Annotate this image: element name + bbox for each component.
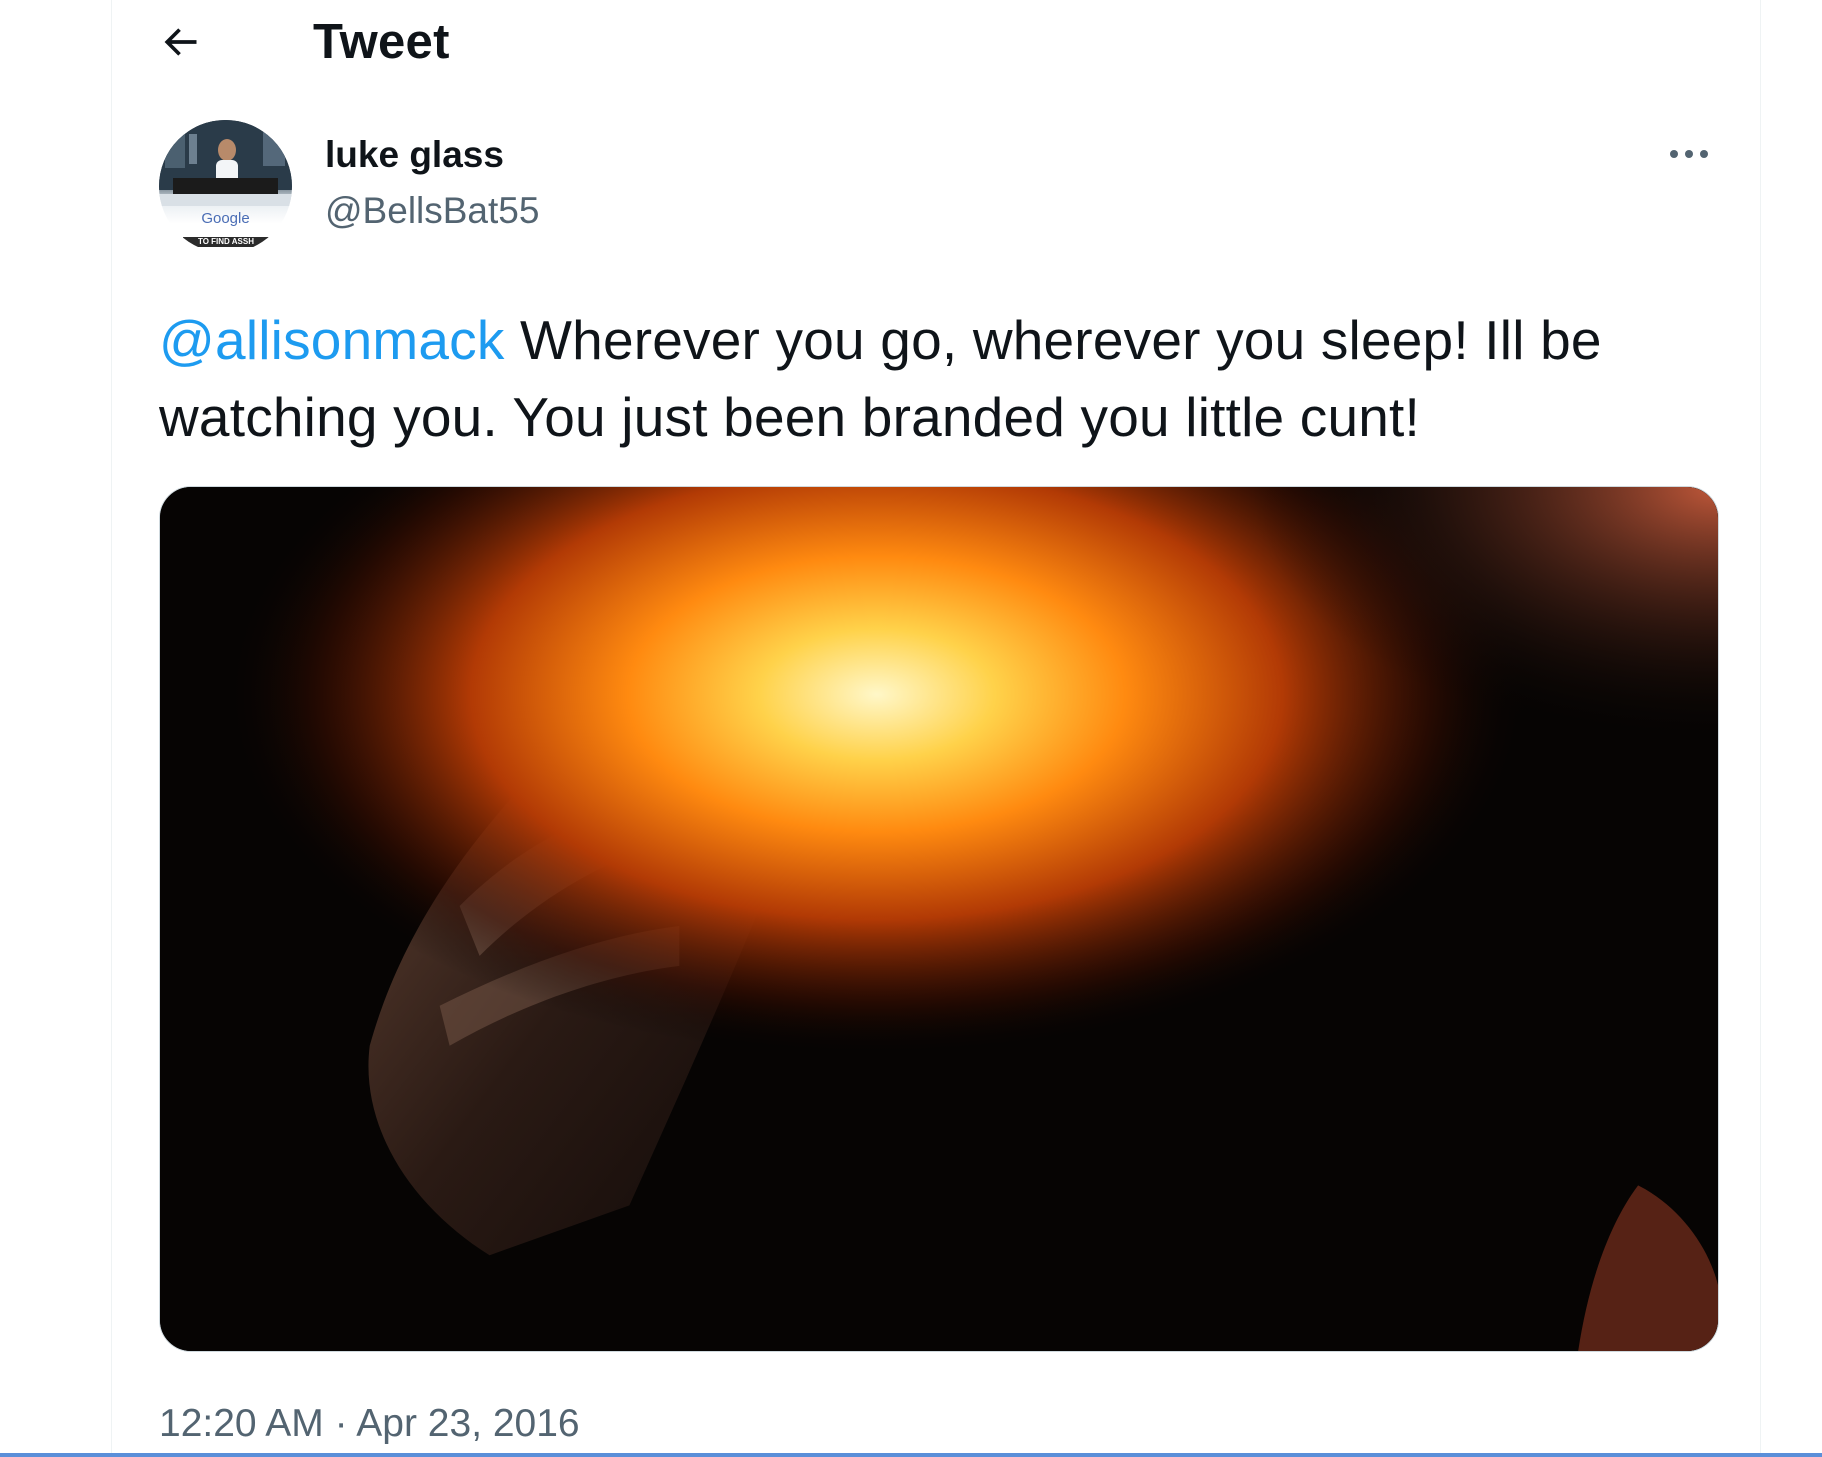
more-options-button[interactable] (1665, 136, 1713, 172)
tweet-mention-link[interactable]: @allisonmack (159, 309, 505, 371)
more-icon (1670, 150, 1708, 158)
tweet-media[interactable] (159, 486, 1719, 1352)
avatar-logo-text: Google (201, 210, 250, 227)
tweet-text: @allisonmack Wherever you go, wherever y… (159, 302, 1729, 456)
avatar-photo (159, 120, 292, 206)
tweet-timestamp[interactable]: 12:20 AM · Apr 23, 2016 (159, 1402, 580, 1446)
author-display-name[interactable]: luke glass (325, 134, 504, 176)
avatar[interactable]: Google TO FIND ASSH (159, 120, 292, 253)
bottom-divider (0, 1453, 1822, 1457)
page-title: Tweet (313, 15, 450, 69)
arrow-left-icon (164, 28, 197, 56)
image-icon (160, 487, 1718, 1351)
top-bar: Tweet (112, 0, 1760, 86)
back-button[interactable] (152, 14, 208, 70)
main-column: Tweet Google TO FIND ASSH luke glass @Be… (111, 0, 1761, 1457)
author-handle[interactable]: @BellsBat55 (325, 190, 539, 232)
avatar-band-text: TO FIND ASSH (183, 237, 269, 247)
tweet-author: Google TO FIND ASSH luke glass @BellsBat… (112, 118, 1760, 258)
